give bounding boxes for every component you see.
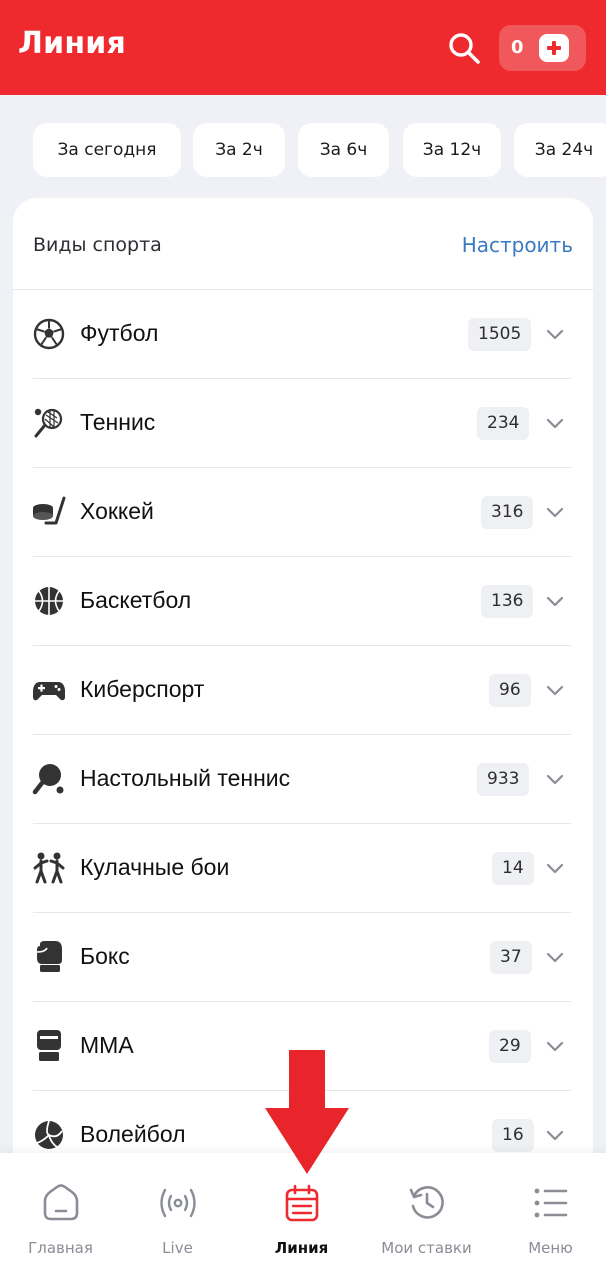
menu-list-icon	[531, 1183, 571, 1223]
chevron-down-icon	[546, 774, 564, 785]
nav-item-menu[interactable]: Меню	[490, 1153, 606, 1288]
sport-count-badge: 316	[481, 496, 534, 529]
nav-item-home[interactable]: Главная	[0, 1153, 121, 1288]
sport-name: Кулачные бои	[80, 854, 230, 880]
home-icon	[41, 1183, 81, 1223]
sport-count-badge: 96	[489, 674, 531, 707]
sport-row-table-tennis[interactable]: Настольный теннис 933	[13, 735, 593, 824]
sport-count-badge: 1505	[468, 318, 532, 351]
page-title: Линия	[18, 26, 126, 61]
tennis-racket-icon	[32, 406, 66, 440]
chevron-down-icon	[546, 418, 564, 429]
plus-icon	[539, 34, 569, 62]
chevron-down-icon	[546, 685, 564, 696]
sport-name: Баскетбол	[80, 587, 192, 613]
sport-name: Настольный теннис	[80, 765, 291, 791]
sport-count-badge: 14	[492, 852, 534, 885]
nav-label: Live	[162, 1239, 193, 1257]
chevron-down-icon	[546, 863, 564, 874]
nav-label: Главная	[28, 1239, 93, 1257]
search-button[interactable]	[444, 28, 484, 68]
filter-chip-12h[interactable]: За 12ч	[403, 123, 501, 177]
table-tennis-icon	[32, 762, 66, 796]
balance-value: 0	[511, 37, 524, 58]
sports-card-header: Виды спорта Настроить	[13, 198, 593, 290]
sport-name: Волейбол	[80, 1121, 186, 1147]
soccer-ball-icon	[32, 317, 66, 351]
sport-name: Теннис	[80, 409, 156, 435]
history-clock-icon	[407, 1183, 447, 1223]
hockey-icon	[32, 495, 66, 529]
sport-row-basketball[interactable]: Баскетбол 136	[13, 557, 593, 646]
sport-count-badge: 16	[492, 1119, 534, 1152]
balance-deposit-button[interactable]: 0	[499, 25, 586, 71]
sport-row-football[interactable]: Футбол 1505	[13, 290, 593, 379]
sport-row-boxing[interactable]: Бокс 37	[13, 913, 593, 1002]
sport-count-badge: 29	[489, 1030, 531, 1063]
mma-glove-icon	[32, 1029, 66, 1063]
fighters-icon	[32, 851, 66, 885]
sport-name: ММА	[80, 1032, 134, 1058]
configure-link[interactable]: Настроить	[462, 233, 573, 257]
sport-row-esports[interactable]: Киберспорт 96	[13, 646, 593, 735]
sport-count-badge: 234	[477, 407, 530, 440]
chevron-down-icon	[546, 329, 564, 340]
sport-name: Хоккей	[80, 498, 154, 524]
filter-chip-today[interactable]: За сегодня	[33, 123, 181, 177]
volleyball-icon	[32, 1118, 66, 1152]
basketball-icon	[32, 584, 66, 618]
search-icon	[449, 33, 480, 64]
filter-chip-6h[interactable]: За 6ч	[298, 123, 389, 177]
chevron-down-icon	[546, 596, 564, 607]
nav-item-my-bets[interactable]: Мои ставки	[366, 1153, 487, 1288]
live-broadcast-icon	[158, 1183, 198, 1223]
chevron-down-icon	[546, 952, 564, 963]
sport-row-hockey[interactable]: Хоккей 316	[13, 468, 593, 557]
gamepad-icon	[32, 673, 66, 707]
sport-count-badge: 933	[477, 763, 530, 796]
sport-name: Киберспорт	[80, 676, 205, 702]
filter-chip-24h[interactable]: За 24ч	[514, 123, 606, 177]
nav-item-live[interactable]: Live	[117, 1153, 238, 1288]
sport-name: Футбол	[80, 320, 159, 346]
sports-card-title: Виды спорта	[33, 234, 162, 256]
calendar-icon	[282, 1183, 322, 1223]
nav-label: Мои ставки	[381, 1239, 472, 1257]
time-filter-chips: За сегодня За 2ч За 6ч За 12ч За 24ч	[0, 123, 606, 179]
sport-row-tennis[interactable]: Теннис 234	[13, 379, 593, 468]
sports-card: Виды спорта Настроить Футбол 1505 Теннис	[13, 198, 593, 1198]
chevron-down-icon	[546, 507, 564, 518]
sport-name: Бокс	[80, 943, 130, 969]
sport-row-fist-fights[interactable]: Кулачные бои 14	[13, 824, 593, 913]
chevron-down-icon	[546, 1130, 564, 1141]
nav-label: Меню	[528, 1239, 573, 1257]
app-header: Линия 0	[0, 0, 606, 95]
sport-count-badge: 37	[490, 941, 532, 974]
red-arrow-annotation	[265, 1050, 349, 1174]
sport-count-badge: 136	[481, 585, 534, 618]
filter-chip-2h[interactable]: За 2ч	[193, 123, 285, 177]
chevron-down-icon	[546, 1041, 564, 1052]
nav-label: Линия	[274, 1239, 329, 1257]
boxing-glove-icon	[32, 940, 66, 974]
